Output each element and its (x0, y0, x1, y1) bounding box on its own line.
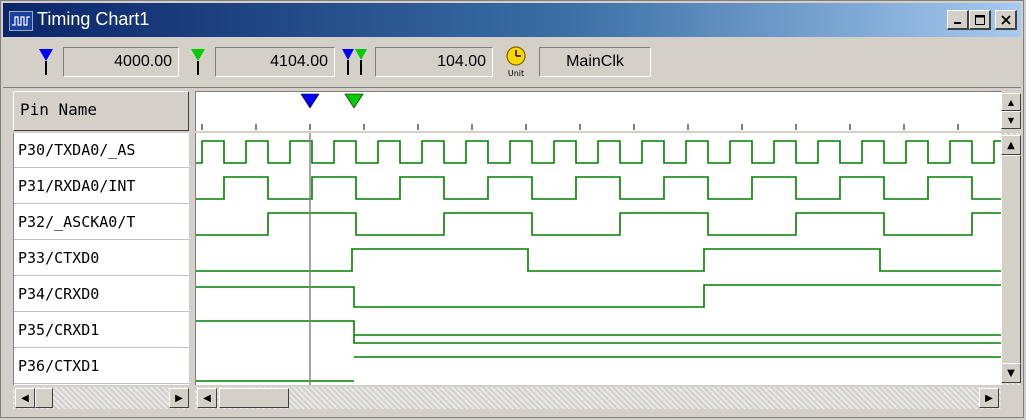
close-icon (1000, 14, 1011, 25)
clock-name-field[interactable]: MainClk (539, 47, 651, 77)
pin-list: P30/TXDA0/_AS P31/RXDA0/INT P32/_ASCKA0/… (13, 133, 189, 385)
wave-p34 (196, 284, 1001, 308)
window-title: Timing Chart1 (37, 9, 150, 29)
pin-row[interactable]: P35/CRXD1 (14, 313, 189, 348)
vertical-scrollbar[interactable]: ▲ ▼ (1001, 133, 1021, 385)
waveform-canvas (196, 133, 1001, 385)
ruler-scroll-up-button[interactable]: ▲ (1001, 93, 1021, 111)
pin-row[interactable]: P30/TXDA0/_AS (14, 133, 189, 168)
cursor1-ruler-marker (300, 93, 320, 109)
wave-p32 (196, 212, 1001, 236)
cursor1-value: 4000.00 (63, 47, 179, 77)
cursor-diff-icon[interactable] (341, 47, 369, 77)
pin-row[interactable]: P34/CRXD0 (14, 277, 189, 312)
pin-list-hscrollbar[interactable]: ◀ ▶ (13, 387, 189, 409)
time-ruler[interactable] (195, 91, 1001, 131)
pin-row[interactable]: P32/_ASCKA0/T (14, 205, 189, 240)
unit-label: Unit (508, 69, 524, 78)
pin-scroll-thumb[interactable] (35, 388, 53, 408)
maximize-icon (974, 14, 985, 25)
wave-p33 (196, 248, 1001, 272)
ruler-scroll: ▲ ▼ (1001, 91, 1021, 131)
pin-row[interactable]: P31/RXDA0/INT (14, 169, 189, 204)
waveform-hscrollbar[interactable]: ◀ ▶ (195, 387, 1001, 409)
pin-scroll-right-button[interactable]: ▶ (169, 388, 189, 408)
timing-chart-icon (9, 11, 33, 31)
ruler-scroll-down-button[interactable]: ▼ (1001, 111, 1021, 129)
pin-name-header[interactable]: Pin Name (13, 91, 189, 131)
pin-row[interactable]: P36/CTXD1 (14, 349, 189, 384)
wave-scroll-right-button[interactable]: ▶ (979, 388, 999, 408)
close-button[interactable] (995, 10, 1017, 30)
cursor-diff-value: 104.00 (375, 47, 493, 77)
vertical-scroll-thumb[interactable] (1001, 155, 1021, 367)
cursor1-marker-icon[interactable] (37, 47, 55, 77)
wave-p35 (196, 320, 1001, 344)
timing-chart-window: Timing Chart1 4000.00 4104.00 104.00 Uni… (0, 0, 1024, 418)
cursor-toolbar: 4000.00 4104.00 104.00 Unit MainClk (3, 39, 1021, 88)
ruler-ticks (201, 93, 959, 130)
unit-clock-icon[interactable]: Unit (503, 45, 529, 79)
wave-p30 (196, 140, 1001, 164)
pin-row[interactable]: P33/CTXD0 (14, 241, 189, 276)
pin-scroll-left-button[interactable]: ◀ (15, 388, 35, 408)
scroll-up-button[interactable]: ▲ (1001, 135, 1021, 155)
cursor2-marker-icon[interactable] (189, 47, 207, 77)
wave-scroll-left-button[interactable]: ◀ (197, 388, 217, 408)
wave-p31 (196, 176, 1001, 200)
cursor2-ruler-marker (344, 93, 364, 109)
wave-scroll-thumb[interactable] (219, 388, 289, 408)
title-bar[interactable]: Timing Chart1 (3, 3, 1021, 37)
maximize-button[interactable] (969, 10, 991, 30)
minimize-button[interactable] (947, 10, 969, 30)
minimize-icon (953, 21, 961, 24)
cursor2-value: 4104.00 (215, 47, 335, 77)
scroll-down-button[interactable]: ▼ (1001, 363, 1021, 383)
waveform-area[interactable] (195, 133, 1001, 385)
